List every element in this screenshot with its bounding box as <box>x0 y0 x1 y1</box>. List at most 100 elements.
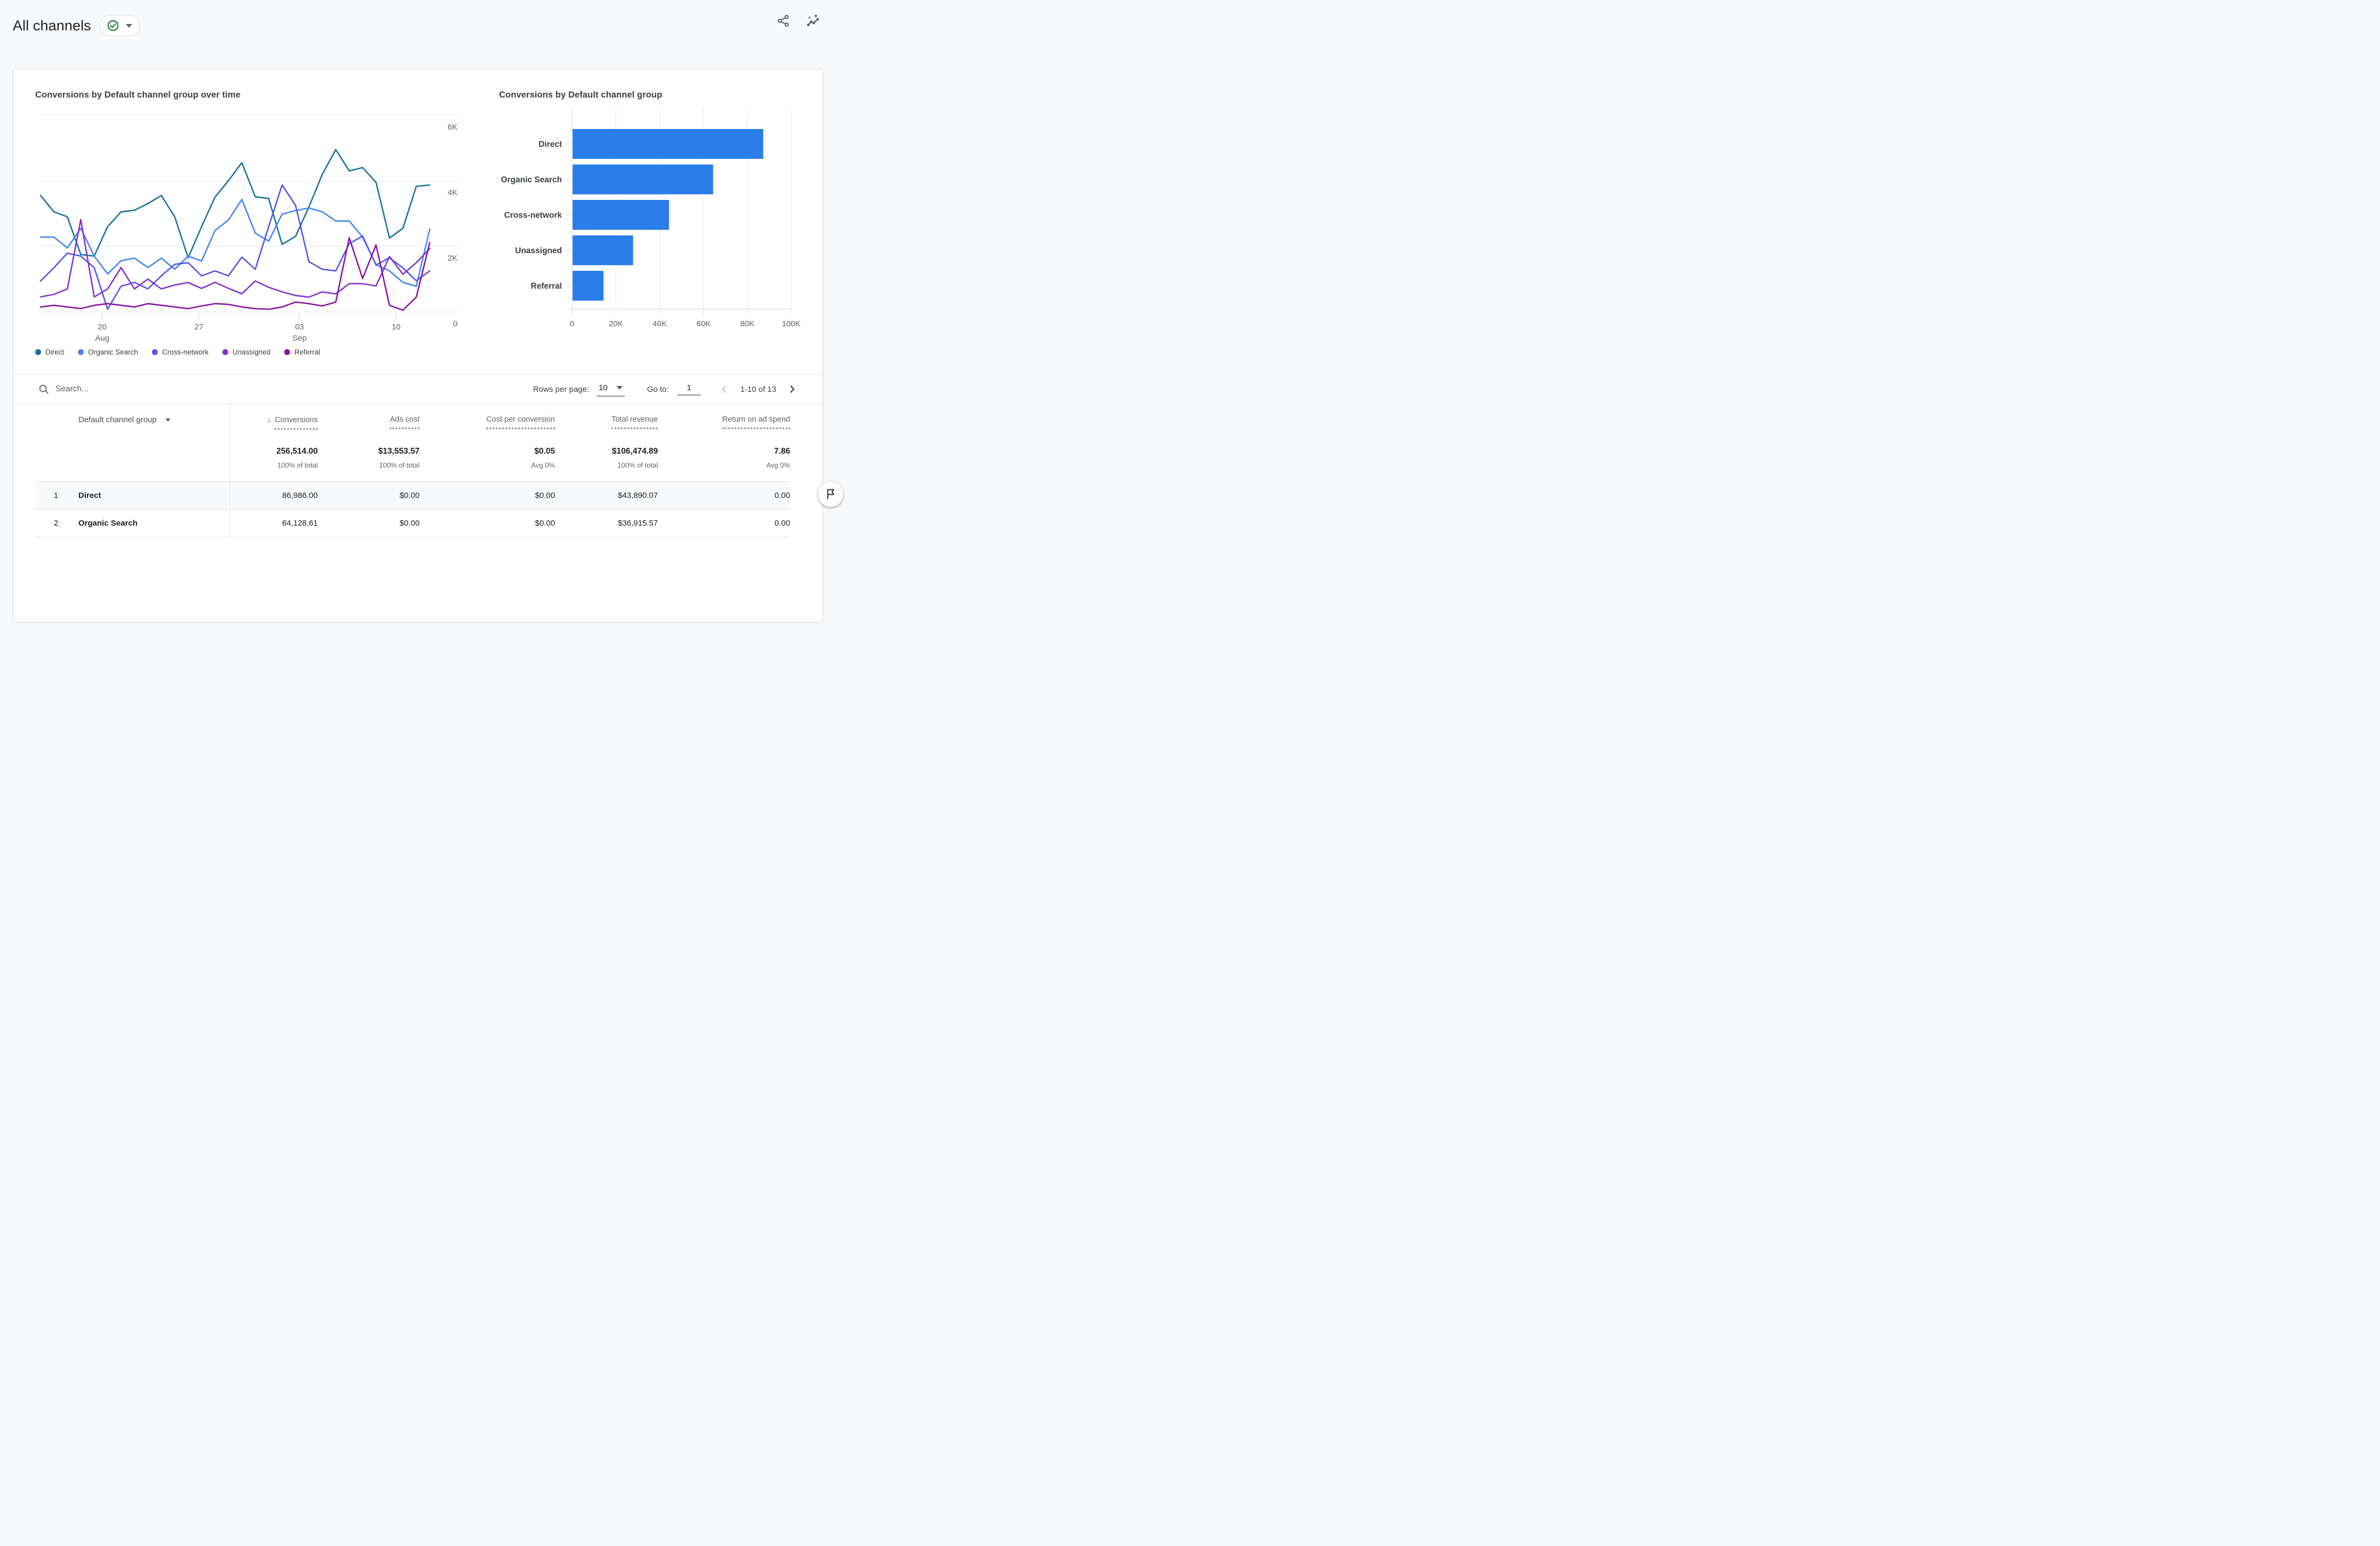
feedback-button[interactable] <box>818 481 843 507</box>
bar-chart: 0 20K 40K 60K 80K 100K Direct Organic Search Cro… <box>501 108 801 328</box>
cell-conversions: 86,986.00 <box>282 491 318 500</box>
svg-text:0: 0 <box>570 319 574 328</box>
pagination-controls: Rows per page: 10 Go to: 1-10 of 13 <box>533 382 798 397</box>
cell-cost-per-conversion: $0.00 <box>535 491 555 500</box>
svg-text:Unassigned: Unassigned <box>515 246 562 255</box>
table-row: 1 Direct 86,986.00 $0.00 $0.00 $43,890.0… <box>35 482 790 510</box>
cell-cost-per-conversion: $0.00 <box>535 519 555 528</box>
dimension-header-label: Default channel group <box>78 415 157 424</box>
go-to-page-input[interactable] <box>677 383 701 396</box>
svg-text:2K: 2K <box>448 254 457 263</box>
column-header-return-on-ad-spend[interactable]: Return on ad spend <box>658 415 790 429</box>
search-icon <box>38 383 50 395</box>
cell-ads-cost: $0.00 <box>399 491 420 500</box>
total-ads-cost-sub: 100% of total <box>379 461 420 469</box>
cell-conversions: 64,128.61 <box>282 519 318 528</box>
rows-per-page-value: 10 <box>598 383 608 392</box>
total-return-on-ad-spend: 7.86 <box>774 447 790 456</box>
table-totals-row: 256,514.00 100% of total $13,553.57 100% o… <box>35 441 790 482</box>
rows-per-page-label: Rows per page: <box>533 384 589 394</box>
column-header-conversions[interactable]: ↓ Conversions <box>230 415 318 430</box>
data-table: Default channel group ↓ Conversions Ads c… <box>35 404 790 537</box>
page-title: All channels <box>13 17 91 34</box>
table-header-row: Default channel group ↓ Conversions Ads c… <box>35 404 790 441</box>
legend-item: Organic Search <box>78 348 138 356</box>
total-return-on-ad-spend-sub: Avg 0% <box>766 461 790 469</box>
share-button[interactable] <box>775 13 791 29</box>
column-header-cost-per-conversion[interactable]: Cost per conversion <box>420 415 555 429</box>
total-cost-per-conversion: $0.05 <box>534 447 555 456</box>
legend-label: Unassigned <box>232 348 271 356</box>
insights-button[interactable] <box>805 13 821 29</box>
legend-item: Unassigned <box>222 348 270 356</box>
column-header-ads-cost[interactable]: Ads cost <box>318 415 420 429</box>
svg-text:6K: 6K <box>448 123 457 132</box>
svg-text:20: 20 <box>98 323 107 332</box>
line-chart-title: Conversions by Default channel group ove… <box>35 90 241 100</box>
svg-text:60K: 60K <box>696 319 711 328</box>
chevron-down-icon <box>616 385 623 390</box>
page-range-text: 1-10 of 13 <box>740 384 776 394</box>
total-conversions-sub: 100% of total <box>277 461 318 469</box>
cell-total-revenue: $36,915.57 <box>617 519 658 528</box>
sort-descending-icon: ↓ <box>267 415 271 424</box>
chevron-down-icon <box>165 418 171 422</box>
search-box <box>38 383 533 395</box>
cell-return-on-ad-spend: 0.00 <box>774 519 790 528</box>
legend-item: Referral <box>284 348 320 356</box>
line-chart-section: Conversions by Default channel group ove… <box>35 90 468 356</box>
legend-item: Direct <box>35 348 64 356</box>
rows-per-page-select[interactable]: 10 <box>596 382 625 397</box>
legend-label: Cross-network <box>162 348 209 356</box>
svg-text:40K: 40K <box>653 319 667 328</box>
share-icon <box>776 14 790 28</box>
chevron-right-icon <box>790 385 795 393</box>
report-status-dropdown[interactable] <box>99 15 140 36</box>
legend-dot-icon <box>35 349 41 355</box>
legend-item: Cross-network <box>152 348 208 356</box>
top-bar: All channels <box>0 0 836 41</box>
channel-name: Direct <box>78 491 101 500</box>
cell-return-on-ad-spend: 0.00 <box>774 491 790 500</box>
legend-dot-icon <box>284 349 291 355</box>
total-revenue: $106,474.89 <box>612 447 658 456</box>
next-page-button[interactable] <box>786 383 798 395</box>
legend-label: Direct <box>45 348 65 356</box>
total-ads-cost: $13,553.57 <box>378 447 420 456</box>
svg-text:80K: 80K <box>740 319 754 328</box>
legend-dot-icon <box>152 349 158 355</box>
search-input[interactable] <box>55 384 279 394</box>
report-card: Conversions by Default channel group ove… <box>13 68 823 623</box>
bar-chart-section: Conversions by Default channel group 0 20… <box>499 90 823 356</box>
legend-label: Organic Search <box>88 348 139 356</box>
legend-dot-icon <box>222 349 229 355</box>
check-circle-icon <box>107 19 119 32</box>
line-chart: 6K 4K 2K 0 20 Aug 27 03 Sep 10 <box>39 115 459 342</box>
previous-page-button[interactable] <box>719 383 730 395</box>
column-header-dimension[interactable]: Default channel group <box>35 415 230 424</box>
svg-text:03: 03 <box>295 323 304 332</box>
total-conversions: 256,514.00 <box>276 447 318 456</box>
total-revenue-sub: 100% of total <box>617 461 658 469</box>
cell-ads-cost: $0.00 <box>399 519 420 528</box>
channel-name: Organic Search <box>78 519 138 528</box>
flag-icon <box>824 488 837 501</box>
cell-total-revenue: $43,890.07 <box>617 491 658 500</box>
svg-text:100K: 100K <box>782 319 800 328</box>
svg-text:Direct: Direct <box>538 140 562 149</box>
svg-text:0: 0 <box>453 319 457 328</box>
table-row: 2 Organic Search 64,128.61 $0.00 $0.00 $… <box>35 510 790 537</box>
chevron-left-icon <box>722 385 727 393</box>
svg-text:Referral: Referral <box>530 282 562 291</box>
chevron-down-icon <box>125 23 132 28</box>
svg-text:Sep: Sep <box>292 334 307 342</box>
column-header-total-revenue[interactable]: Total revenue <box>555 415 658 429</box>
svg-text:Cross-network: Cross-network <box>504 211 562 220</box>
bar-chart-title: Conversions by Default channel group <box>499 90 663 100</box>
table-toolbar: Rows per page: 10 Go to: 1-10 of 13 <box>13 375 823 404</box>
go-to-label: Go to: <box>647 384 669 394</box>
charts-row: Conversions by Default channel group ove… <box>13 69 823 356</box>
svg-text:20K: 20K <box>609 319 623 328</box>
chart-legend: Direct Organic Search Cross-network Unassig… <box>35 348 468 356</box>
row-index: 2 <box>53 519 59 528</box>
